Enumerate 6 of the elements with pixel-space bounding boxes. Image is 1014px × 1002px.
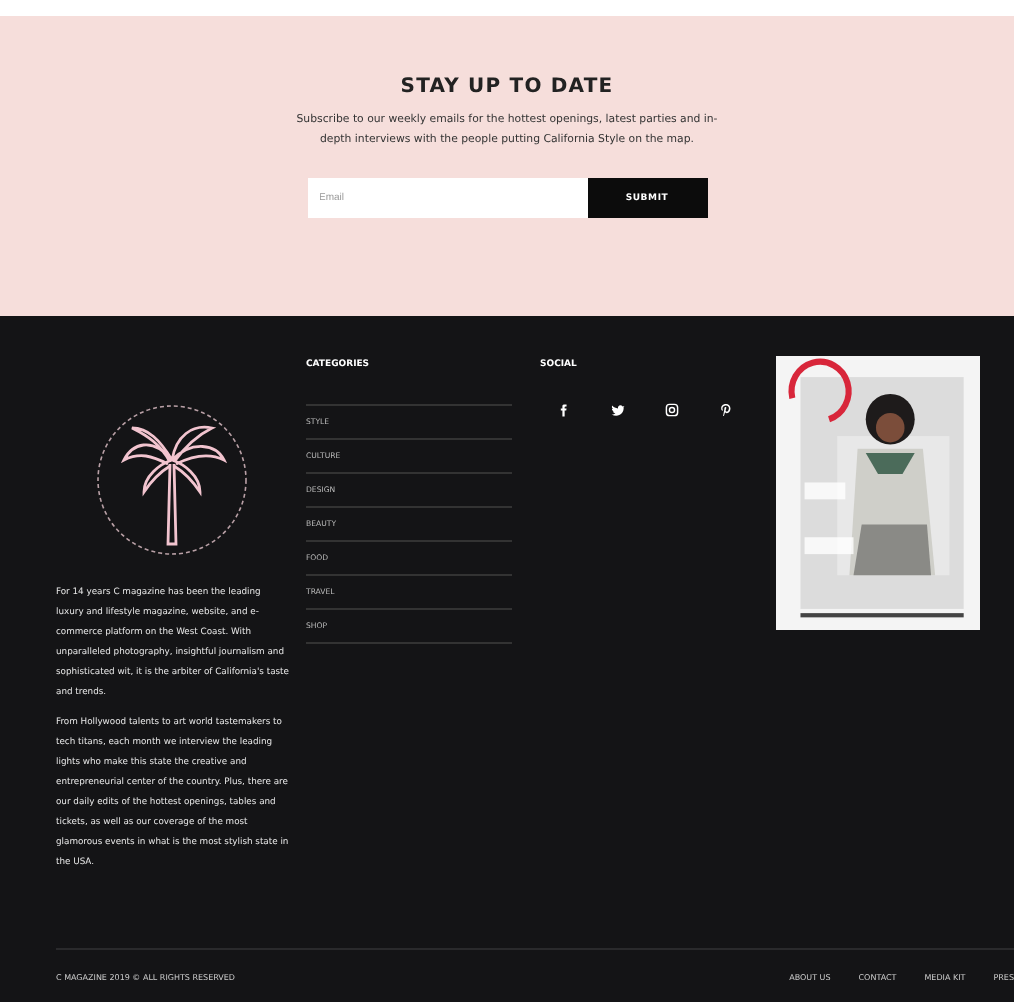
instagram-icon[interactable] <box>664 402 680 418</box>
pinterest-icon[interactable] <box>718 402 734 418</box>
facebook-icon[interactable] <box>556 402 572 418</box>
palm-tree-logo-icon <box>92 400 252 560</box>
newsletter-title: STAY UP TO DATE <box>400 76 614 98</box>
twitter-icon[interactable] <box>610 402 626 418</box>
